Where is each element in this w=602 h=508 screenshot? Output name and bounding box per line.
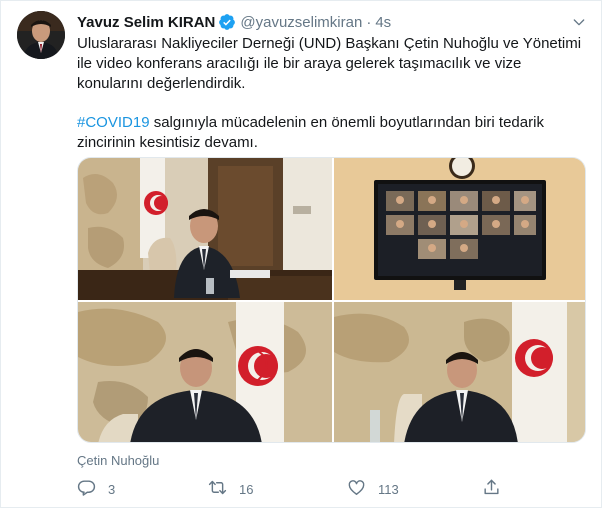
media-photo-4[interactable] xyxy=(334,302,585,442)
heart-icon xyxy=(347,478,366,500)
tweet-text: Uluslararası Nakliyeciler Derneği (UND) … xyxy=(77,34,587,153)
media-grid xyxy=(77,157,586,443)
share-icon xyxy=(482,478,501,500)
tweet-actions: 3 16 113 xyxy=(77,479,517,499)
tweet-card[interactable]: Yavuz Selim KIRAN @yavuzselimkiran · 4s … xyxy=(0,0,602,508)
media-photo-3[interactable] xyxy=(78,302,332,442)
reply-icon xyxy=(77,478,96,500)
tweet-header: Yavuz Selim KIRAN @yavuzselimkiran · 4s xyxy=(77,11,589,33)
share-button[interactable] xyxy=(482,478,501,500)
hashtag-link[interactable]: #COVID19 xyxy=(77,114,150,131)
header-separator: · xyxy=(366,13,372,31)
chevron-down-icon[interactable] xyxy=(569,12,589,32)
tweet-paragraph-1: Uluslararası Nakliyeciler Derneği (UND) … xyxy=(77,35,582,92)
tagged-user-name[interactable]: Çetin Nuhoğlu xyxy=(77,453,159,468)
reply-count: 3 xyxy=(108,481,116,497)
retweet-icon xyxy=(208,478,227,500)
retweet-count: 16 xyxy=(239,481,254,497)
media-photo-2[interactable] xyxy=(334,158,585,300)
media-photo-1[interactable] xyxy=(78,158,332,300)
verified-badge-icon xyxy=(218,13,236,31)
reply-button[interactable]: 3 xyxy=(77,478,115,500)
author-name[interactable]: Yavuz Selim KIRAN xyxy=(77,14,215,31)
author-avatar[interactable] xyxy=(17,11,65,59)
author-handle[interactable]: @yavuzselimkiran xyxy=(240,14,362,31)
like-button[interactable]: 113 xyxy=(347,478,399,500)
retweet-button[interactable]: 16 xyxy=(208,478,253,500)
tweet-paragraph-2: #COVID19 salgınıyla mücadelenin en öneml… xyxy=(77,113,587,153)
like-count: 113 xyxy=(378,481,399,497)
tweet-timestamp[interactable]: 4s xyxy=(375,14,391,31)
avatar-image xyxy=(17,11,65,59)
tagged-users[interactable]: Çetin Nuhoğlu xyxy=(77,453,159,468)
